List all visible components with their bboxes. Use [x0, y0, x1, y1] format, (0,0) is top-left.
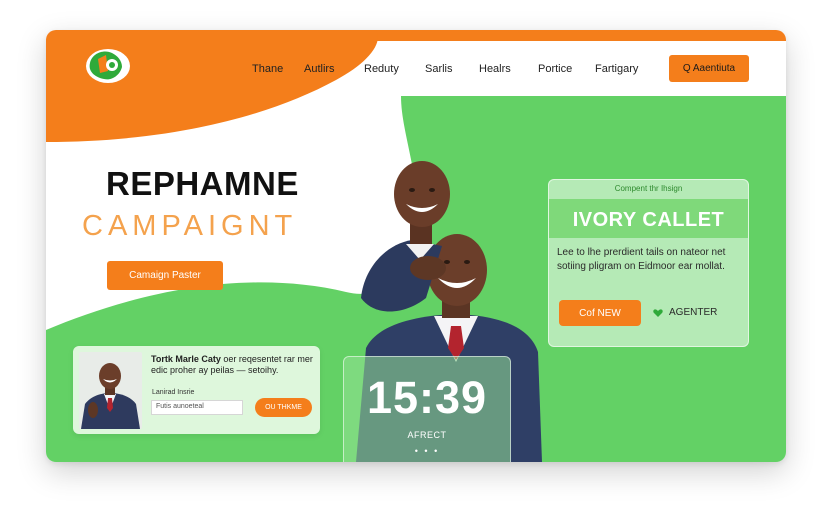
subscribe-card-text: Tortk Marle Caty oer reqesentet rar mer …: [151, 354, 313, 376]
candidate-thumbnail: [79, 352, 142, 429]
info-card-body: Lee to lhe prerdient tails on nateor net…: [557, 247, 726, 272]
clock-time: 15:39: [366, 372, 488, 423]
carousel-dots[interactable]: • • •: [344, 446, 510, 456]
nav-item-healrs[interactable]: Healrs: [479, 63, 511, 75]
info-card-primary-button[interactable]: Cof NEW: [559, 300, 641, 326]
subscribe-button[interactable]: OU THKME: [255, 398, 312, 417]
heart-icon: [653, 308, 663, 317]
subscribe-card-heading: Tortk Marle Caty: [151, 354, 221, 364]
info-card-link-label: AGENTER: [669, 307, 718, 318]
info-card-kicker: Compent thr Ihsign: [614, 184, 683, 193]
countdown-card: 15:39 AFRECT • • •: [343, 356, 511, 462]
subscribe-card: Tortk Marle Caty oer reqesentet rar mer …: [73, 346, 320, 434]
info-card-secondary-link[interactable]: AGENTER: [653, 307, 717, 318]
nav-item-reduty[interactable]: Reduty: [364, 63, 399, 75]
hero-subtitle: CAMPAIGNT: [82, 210, 298, 242]
nav-item-portice[interactable]: Portice: [538, 63, 572, 75]
info-card-title: IVORY CALLET: [572, 209, 725, 231]
subscribe-field-label: Lanirad Insrie: [152, 389, 195, 396]
nav-item-home[interactable]: Thane: [252, 63, 283, 75]
campaign-logo[interactable]: [82, 47, 134, 85]
candidate-thumbnail-image: [79, 352, 142, 429]
header-cta-button[interactable]: Q Aaentiuta: [669, 55, 749, 82]
info-card: Compent thr Ihsign IVORY CALLET Lee to l…: [548, 179, 749, 347]
subscribe-email-field[interactable]: Futis aunoeteal: [151, 400, 243, 415]
hero-campaign-button[interactable]: Camaign Paster: [107, 261, 223, 290]
app-window: Thane Autlirs Reduty Sarlis Healrs Porti…: [46, 30, 786, 462]
nav-item-fartigary[interactable]: Fartigary: [595, 63, 638, 75]
nav-item-sarlis[interactable]: Sarlis: [425, 63, 453, 75]
hero-title: REPHAMNE: [106, 165, 299, 202]
nav-item-authors[interactable]: Autlirs: [304, 63, 335, 75]
clock-label: AFRECT: [407, 430, 447, 440]
